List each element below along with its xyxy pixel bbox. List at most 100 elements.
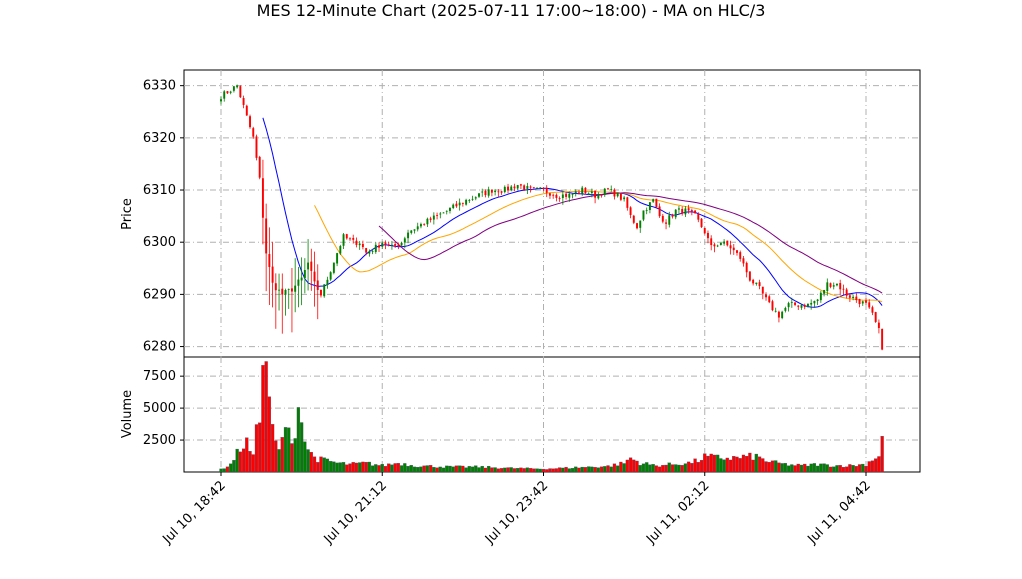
candle-body-192 <box>839 283 842 290</box>
volume-bar-31 <box>319 456 323 473</box>
candle-body-98 <box>536 187 539 189</box>
volume-bar-143 <box>680 465 684 473</box>
candle-body-57 <box>403 238 406 243</box>
candle-body-203 <box>874 312 877 322</box>
volume-bar-58 <box>406 466 410 473</box>
candle-body-114 <box>587 193 590 195</box>
volume-bar-95 <box>525 467 529 473</box>
candle-body-182 <box>806 303 809 307</box>
volume-bar-67 <box>435 467 439 473</box>
candle-body-172 <box>774 310 777 312</box>
volume-bar-149 <box>699 460 704 473</box>
candle-body-154 <box>716 245 719 247</box>
candle-body-111 <box>578 192 580 194</box>
volume-bar-50 <box>380 464 384 473</box>
volume-bar-111 <box>577 467 581 473</box>
candle-body-86 <box>497 191 500 193</box>
volume-bar-121 <box>609 466 613 473</box>
volume-bar-103 <box>551 468 555 473</box>
volume-bar-165 <box>751 459 755 473</box>
volume-bar-161 <box>738 458 742 473</box>
volume-ytick-label-0: 2500 <box>143 433 176 448</box>
candle-body-29 <box>313 271 316 282</box>
volume-bar-63 <box>422 465 426 473</box>
candle-body-37 <box>339 246 342 254</box>
xtick-label-4: Jul 11, 04:42 <box>804 478 873 547</box>
candle-body-145 <box>687 208 690 211</box>
candle-body-88 <box>503 186 506 193</box>
volume-bar-56 <box>399 465 404 473</box>
volume-bar-147 <box>693 458 697 473</box>
candle-body-205 <box>881 328 884 350</box>
candle-body-153 <box>713 244 716 247</box>
volume-bar-197 <box>854 466 858 473</box>
candle-body-198 <box>858 299 861 304</box>
volume-bar-186 <box>819 463 823 473</box>
candle-body-143 <box>681 208 684 214</box>
candle-body-187 <box>823 290 826 294</box>
candle-body-33 <box>326 279 329 286</box>
volume-bar-194 <box>845 466 849 473</box>
volume-bar-106 <box>561 467 565 473</box>
price-ytick-label-5: 6330 <box>143 79 176 94</box>
volume-bar-142 <box>677 464 681 473</box>
candle-body-126 <box>626 197 629 208</box>
volume-bar-45 <box>364 462 368 473</box>
volume-bar-42 <box>354 462 359 473</box>
candle-body-137 <box>661 215 664 222</box>
candle-body-27 <box>307 262 310 270</box>
volume-bar-37 <box>338 462 342 473</box>
candle-body-160 <box>736 250 738 253</box>
volume-bar-75 <box>461 465 465 473</box>
volume-bar-178 <box>793 465 797 473</box>
candle-body-116 <box>594 190 597 198</box>
candle-body-62 <box>419 224 422 227</box>
candle-body-115 <box>590 191 593 194</box>
volume-bar-54 <box>393 463 397 473</box>
candle-body-21 <box>287 288 290 290</box>
candle-body-52 <box>387 244 390 246</box>
volume-bar-78 <box>470 466 475 473</box>
volume-bar-66 <box>432 467 436 473</box>
candle-body-140 <box>671 214 674 217</box>
candle-body-148 <box>697 213 700 220</box>
volume-bar-4 <box>232 460 236 473</box>
volume-bar-109 <box>570 468 575 473</box>
candle-body-122 <box>613 189 616 197</box>
candle-body-46 <box>368 251 371 254</box>
candle-body-53 <box>390 244 393 246</box>
volume-bar-13 <box>261 365 265 473</box>
volume-bar-108 <box>567 468 571 473</box>
volume-layer <box>219 361 884 473</box>
volume-bar-144 <box>683 463 688 473</box>
candle-body-97 <box>532 187 535 189</box>
candle-body-83 <box>487 189 490 196</box>
volume-bar-40 <box>348 463 352 473</box>
candle-body-183 <box>810 302 813 305</box>
candle-body-25 <box>300 277 303 281</box>
volume-bar-36 <box>335 462 339 473</box>
volume-bar-205 <box>880 436 884 473</box>
volume-bar-20 <box>283 427 288 473</box>
volume-bar-64 <box>425 465 430 473</box>
candle-body-40 <box>349 238 351 240</box>
candle-body-118 <box>600 194 603 196</box>
volume-bar-190 <box>832 466 836 473</box>
candle-body-84 <box>490 189 493 193</box>
volume-bar-118 <box>599 466 604 473</box>
candle-body-7 <box>242 98 245 105</box>
candle-body-24 <box>297 279 300 286</box>
volume-bar-39 <box>345 464 349 473</box>
candle-body-68 <box>439 213 442 215</box>
volume-bar-18 <box>277 449 281 473</box>
candle-body-193 <box>842 288 845 290</box>
volume-bar-113 <box>583 467 588 473</box>
candle-body-167 <box>758 282 761 287</box>
candle-body-45 <box>365 248 368 253</box>
price-ytick-label-0: 6280 <box>143 340 176 355</box>
candle-body-95 <box>526 186 529 189</box>
candle-body-138 <box>665 222 668 224</box>
candle-body-80 <box>478 193 480 197</box>
candle-body-161 <box>739 252 742 259</box>
candle-body-16 <box>271 266 274 283</box>
